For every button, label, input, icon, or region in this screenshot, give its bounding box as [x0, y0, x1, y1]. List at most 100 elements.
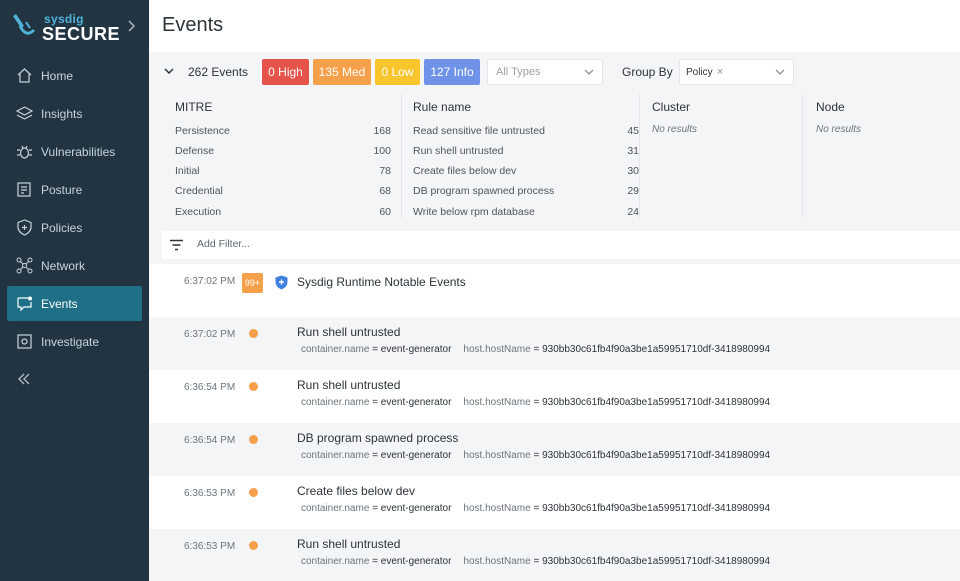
severity-dot — [249, 435, 258, 444]
summary-row[interactable]: Defense 100 — [175, 145, 391, 157]
add-filter-placeholder: Add Filter... — [197, 238, 251, 250]
sidebar-item-label: Home — [41, 68, 74, 83]
sidebar-item-investigate[interactable]: Investigate — [7, 324, 142, 359]
row-count: 30 — [627, 165, 639, 177]
medium-severity-filter[interactable]: 135 Med — [313, 59, 371, 85]
sidebar-item-network[interactable]: Network — [7, 248, 142, 283]
meta-key: container.name — [301, 344, 370, 355]
summary-row[interactable]: DB program spawned process 29 — [413, 185, 639, 197]
summary-row[interactable]: Run shell untrusted 31 — [413, 145, 639, 157]
meta-eq: = — [372, 556, 379, 567]
row-label: Credential — [175, 185, 223, 197]
event-title: DB program spawned process — [297, 431, 459, 445]
events-count: 262 Events — [188, 65, 249, 79]
event-row[interactable]: 6:36:53 PM Run shell untrusted container… — [149, 529, 960, 581]
page-header: Events — [149, 0, 960, 52]
column-divider — [639, 94, 640, 218]
sidebar-item-label: Network — [41, 258, 86, 273]
collapse-sidebar-icon[interactable] — [16, 371, 32, 387]
meta-key: host.hostName — [463, 503, 531, 514]
group-by-select[interactable]: Policy × — [679, 59, 794, 85]
meta-value: 930bb30c61fb4f90a3be1a59951710df-3418980… — [542, 450, 771, 461]
meta-key: container.name — [301, 556, 370, 567]
info-severity-filter[interactable]: 127 Info — [424, 59, 480, 85]
sidebar-item-home[interactable]: Home — [7, 58, 142, 93]
meta-eq: = — [372, 397, 379, 408]
meta-key: host.hostName — [463, 344, 531, 355]
severity-filterbar: 262 Events 0 High 135 Med 0 Low 127 Info… — [149, 52, 960, 90]
row-label: Defense — [175, 145, 215, 157]
group-by-chip: Policy × — [686, 66, 723, 78]
row-count: 29 — [627, 185, 639, 197]
brand-product: SECURE — [42, 24, 121, 44]
chip-remove-icon[interactable]: × — [717, 66, 723, 78]
column-header: Node — [816, 100, 845, 114]
checklist-icon — [17, 182, 31, 197]
event-count-badge: 99+ — [242, 273, 263, 293]
row-label: Write below rpm database — [413, 206, 535, 218]
meta-value: 930bb30c61fb4f90a3be1a59951710df-3418980… — [542, 344, 771, 355]
events-list: 6:37:02 PM 99+ Sysdig Runtime Notable Ev… — [149, 264, 960, 581]
meta-value: 930bb30c61fb4f90a3be1a59951710df-3418980… — [542, 556, 771, 567]
meta-value: 930bb30c61fb4f90a3be1a59951710df-3418980… — [542, 503, 771, 514]
meta-key: host.hostName — [463, 556, 531, 567]
meta-eq: = — [533, 450, 540, 461]
row-count: 168 — [373, 125, 391, 137]
summary-row[interactable]: Create files below dev 30 — [413, 165, 639, 177]
event-group[interactable]: 6:37:02 PM 99+ Sysdig Runtime Notable Ev… — [149, 264, 960, 317]
event-row[interactable]: 6:36:54 PM DB program spawned process co… — [149, 423, 960, 476]
event-row[interactable]: 6:37:02 PM Run shell untrusted container… — [149, 317, 960, 370]
sidebar-item-vulnerabilities[interactable]: Vulnerabilities — [7, 134, 142, 169]
sidebar-item-label: Investigate — [41, 334, 100, 349]
meta-eq: = — [533, 344, 540, 355]
event-meta: container.name = event-generator host.hos… — [301, 397, 770, 408]
sidebar-item-events[interactable]: Events — [7, 286, 142, 321]
summary-row[interactable]: Execution 60 — [175, 206, 391, 218]
group-time: 6:37:02 PM — [184, 276, 236, 287]
summary-row[interactable]: Persistence 168 — [175, 125, 391, 137]
sidebar-item-posture[interactable]: Posture — [7, 172, 142, 207]
column-header: Rule name — [413, 100, 472, 114]
meta-key: container.name — [301, 450, 370, 461]
brand[interactable]: sysdig SECURE — [12, 8, 142, 48]
summary-row[interactable]: Credential 68 — [175, 185, 391, 197]
event-row[interactable]: 6:36:54 PM Run shell untrusted container… — [149, 370, 960, 423]
node-column: Node No results — [816, 90, 956, 220]
summary-row[interactable]: Initial 78 — [175, 165, 391, 177]
sidebar-item-policies[interactable]: Policies — [7, 210, 142, 245]
summary-row[interactable]: Write below rpm database 24 — [413, 206, 639, 218]
types-placeholder: All Types — [496, 66, 541, 78]
high-severity-filter[interactable]: 0 High — [262, 59, 309, 85]
severity-dot — [249, 329, 258, 338]
chevron-down-icon[interactable] — [164, 66, 174, 76]
event-row[interactable]: 6:36:53 PM Create files below dev contai… — [149, 476, 960, 529]
sidebar-item-label: Policies — [41, 220, 83, 235]
row-count: 24 — [627, 206, 639, 218]
row-count: 68 — [379, 185, 391, 197]
add-filter-input[interactable]: Add Filter... — [162, 231, 960, 259]
row-label: Persistence — [175, 125, 230, 137]
sidebar-item-insights[interactable]: Insights — [7, 96, 142, 131]
types-select[interactable]: All Types — [487, 59, 603, 85]
row-label: Read sensitive file untrusted — [413, 125, 545, 137]
row-count: 31 — [627, 145, 639, 157]
summary-row[interactable]: Read sensitive file untrusted 45 — [413, 125, 639, 137]
severity-dot — [249, 382, 258, 391]
meta-value: event-generator — [380, 397, 452, 408]
event-time: 6:36:54 PM — [184, 435, 236, 446]
network-icon — [16, 257, 33, 274]
meta-eq: = — [533, 556, 540, 567]
cluster-column: Cluster No results — [652, 90, 802, 220]
event-title: Run shell untrusted — [297, 325, 401, 339]
no-results-text: No results — [816, 124, 862, 135]
chevron-right-icon[interactable] — [126, 18, 138, 34]
group-by-label: Group By — [622, 65, 673, 79]
row-count: 78 — [379, 165, 391, 177]
low-severity-filter[interactable]: 0 Low — [375, 59, 420, 85]
event-meta: container.name = event-generator host.hos… — [301, 503, 770, 514]
row-count: 100 — [373, 145, 391, 157]
meta-key: host.hostName — [463, 450, 531, 461]
event-title: Create files below dev — [297, 484, 416, 498]
sidebar-item-label: Events — [41, 296, 78, 311]
mitre-column: MITRE Persistence 168 Defense 100 Initial 7… — [175, 90, 391, 220]
